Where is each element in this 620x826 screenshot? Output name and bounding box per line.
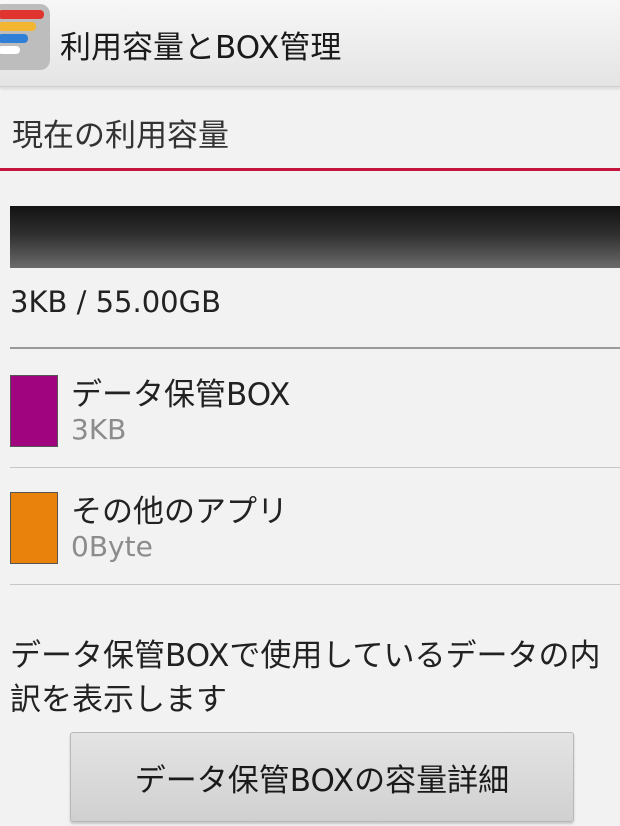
usage-amount-text: 3KB / 55.00GB [10,285,221,319]
legend-divider [10,584,620,585]
usage-divider [10,347,620,349]
usage-progress-bar [10,206,620,268]
legend-item-other-apps: その他のアプリ 0Byte [0,468,620,584]
data-box-color-swatch [10,375,58,447]
legend-item-name: その他のアプリ [71,494,288,530]
storage-app-icon[interactable] [0,4,50,70]
legend-item-data-box: データ保管BOX 3KB [0,351,620,467]
data-box-capacity-detail-button[interactable]: データ保管BOXの容量詳細 [70,732,574,822]
section-title-current-usage: 現在の利用容量 [12,118,229,154]
other-apps-color-swatch [10,492,58,564]
legend-item-size: 3KB [71,413,127,446]
section-divider [0,168,620,171]
description-text: データ保管BOXで使用しているデータの内訳を表示します [10,638,601,718]
legend-item-size: 0Byte [71,530,153,563]
legend-item-name: データ保管BOX [71,377,291,413]
app-bar: 利用容量とBOX管理 [0,0,620,87]
app-title: 利用容量とBOX管理 [60,30,342,66]
